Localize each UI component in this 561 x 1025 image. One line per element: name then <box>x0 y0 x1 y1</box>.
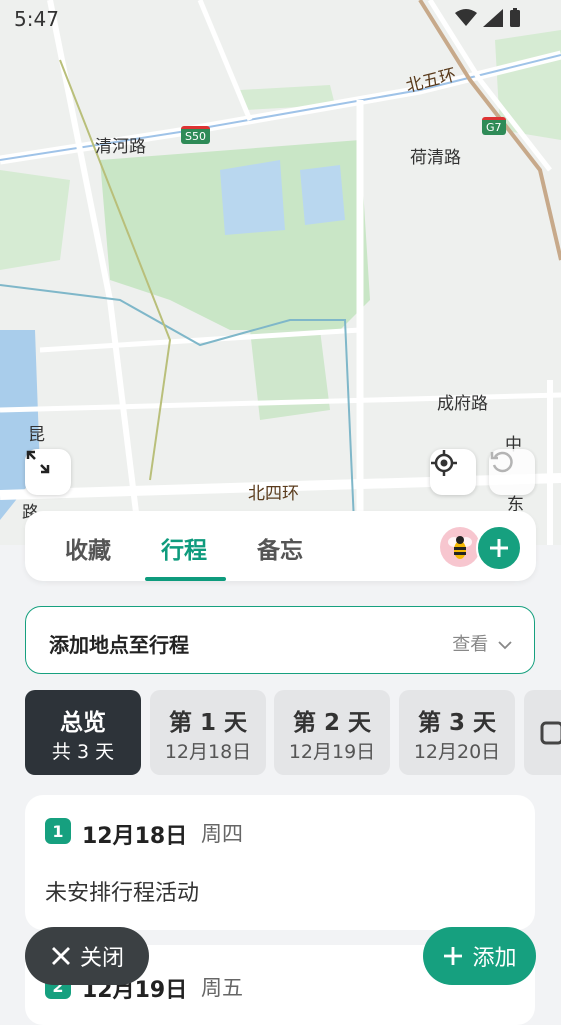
map-shield-s50: S50 <box>181 126 210 144</box>
edit-days-button[interactable] <box>524 690 561 775</box>
status-time: 5:47 <box>14 7 59 31</box>
day-selector: 总览 共 3 天 第 1 天 12月18日 第 2 天 12月19日 第 3 天… <box>25 690 561 776</box>
day-subtitle: 12月19日 <box>288 741 376 763</box>
day-title: 总览 <box>60 710 106 736</box>
map-label-kun: 昆 <box>28 425 45 445</box>
locate-icon <box>431 450 457 476</box>
close-label: 关闭 <box>79 946 124 971</box>
expand-icon <box>26 450 50 474</box>
map-graphic <box>0 0 561 545</box>
tab-memo[interactable]: 备忘 <box>257 531 303 565</box>
expand-map-button[interactable] <box>25 449 71 495</box>
no-activities-text: 未安排行程活动 <box>45 881 200 906</box>
locate-button[interactable] <box>430 449 476 495</box>
view-link[interactable]: 查看 <box>452 630 512 656</box>
tab-bar: 收藏 行程 备忘 <box>25 511 536 581</box>
add-place-to-itinerary[interactable]: 添加地点至行程 查看 <box>25 606 535 674</box>
battery-icon <box>510 8 520 27</box>
avatar[interactable] <box>440 527 480 567</box>
day-card-1: 1 12月18日 周四 未安排行程活动 <box>25 795 535 930</box>
map-shield-g7: G7 <box>482 117 506 135</box>
day-subtitle: 12月18日 <box>164 741 252 763</box>
view-label: 查看 <box>452 634 489 655</box>
close-icon <box>51 947 70 965</box>
reset-rotation-button[interactable] <box>489 449 535 495</box>
day-date: 12月18日 <box>82 824 188 849</box>
day-weekday: 周五 <box>201 976 243 1000</box>
map-view[interactable]: 北五环 清河路 S50 G7 荷清路 成府路 北四环 昆 路 中 东 <box>0 0 561 545</box>
day-title: 第 2 天 <box>292 710 372 736</box>
add-label: 添加 <box>472 946 517 971</box>
map-label-beisihuan: 北四环 <box>248 484 299 504</box>
map-label-chengfu-road: 成府路 <box>437 394 488 414</box>
close-button[interactable]: 关闭 <box>25 927 149 985</box>
status-bar: 5:47 <box>0 0 561 40</box>
day-title: 第 3 天 <box>417 710 497 736</box>
signal-icon <box>483 9 503 27</box>
plus-icon <box>490 539 508 557</box>
status-icons <box>455 8 521 28</box>
tab-favorites[interactable]: 收藏 <box>65 531 111 565</box>
edit-icon <box>540 721 561 745</box>
add-button[interactable]: 添加 <box>423 927 536 985</box>
day-number-badge: 1 <box>45 818 71 844</box>
day-tab-1[interactable]: 第 1 天 12月18日 <box>150 690 266 775</box>
plus-icon <box>444 947 463 965</box>
tab-active-indicator <box>145 577 226 581</box>
map-label-qinghe-road: 清河路 <box>95 137 146 157</box>
day-subtitle: 共 3 天 <box>51 741 115 763</box>
day-title: 第 1 天 <box>168 710 248 736</box>
add-place-title: 添加地点至行程 <box>49 633 189 657</box>
day-subtitle: 12月20日 <box>413 741 501 763</box>
wifi-icon <box>455 9 477 26</box>
map-label-heqing-road: 荷清路 <box>410 148 461 168</box>
day-weekday: 周四 <box>201 822 243 846</box>
chevron-down-icon <box>498 641 512 650</box>
tab-itinerary[interactable]: 行程 <box>161 531 207 565</box>
bee-avatar-icon <box>448 536 472 559</box>
add-collaborator-button[interactable] <box>476 525 522 571</box>
day-tab-overview[interactable]: 总览 共 3 天 <box>25 690 141 775</box>
rotate-icon <box>490 451 513 473</box>
day-tab-2[interactable]: 第 2 天 12月19日 <box>274 690 390 775</box>
day-tab-3[interactable]: 第 3 天 12月20日 <box>399 690 515 775</box>
